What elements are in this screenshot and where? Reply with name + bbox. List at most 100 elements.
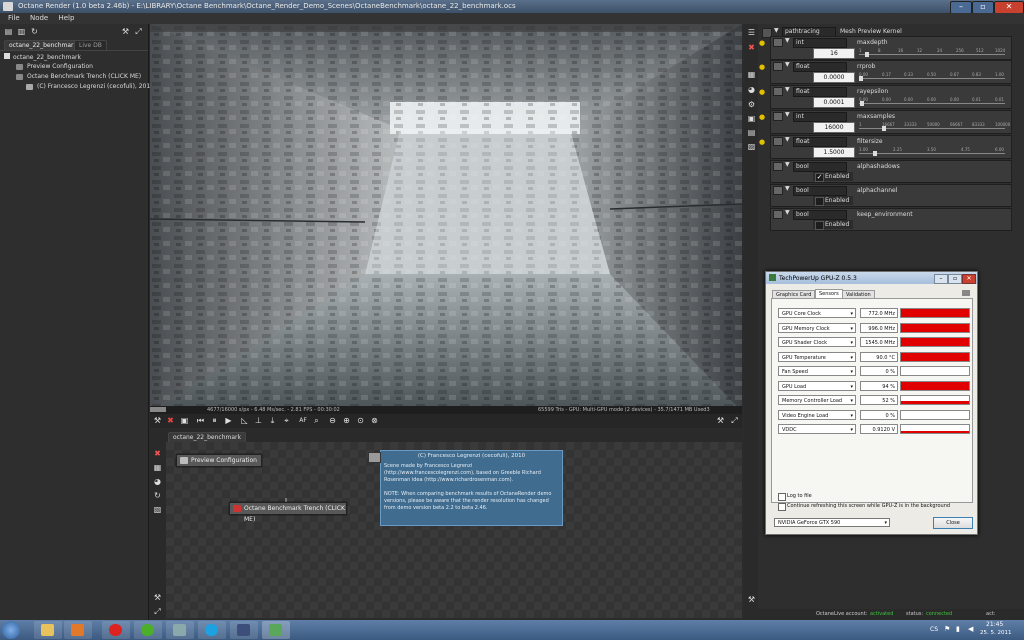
- camera-icon[interactable]: ▣: [180, 416, 189, 425]
- sensor-label[interactable]: GPU Memory Clock ▾: [778, 322, 856, 333]
- expand-icon[interactable]: ⤢: [730, 416, 739, 425]
- expand-icon[interactable]: ⤢: [134, 27, 143, 36]
- texture-icon[interactable]: ▨: [747, 142, 756, 151]
- dropper-icon[interactable]: ⤓: [268, 416, 277, 425]
- taskbar-media[interactable]: [64, 621, 92, 639]
- clock-date[interactable]: 25. 5. 2011: [980, 630, 1012, 636]
- clock-time[interactable]: 21:45: [986, 621, 1003, 628]
- param-value-field[interactable]: 0.0000: [813, 72, 855, 83]
- refresh-icon[interactable]: ↻: [153, 491, 162, 500]
- slider-handle[interactable]: [873, 151, 877, 156]
- collapse-icon[interactable]: ▼: [785, 185, 790, 192]
- wrench-icon[interactable]: ⚒: [121, 27, 130, 36]
- param-value-field[interactable]: 0.0001: [813, 97, 855, 108]
- lock-icon[interactable]: ⊗: [370, 416, 379, 425]
- load-icon[interactable]: ▤: [4, 27, 13, 36]
- color-icon[interactable]: ◕: [153, 477, 162, 486]
- continue-refresh-checkbox[interactable]: [778, 503, 786, 511]
- color-icon[interactable]: ◕: [747, 85, 756, 94]
- refresh-icon[interactable]: ↻: [30, 27, 39, 36]
- wrench-icon[interactable]: ⚒: [747, 595, 756, 604]
- param-slider[interactable]: 0.00 0.17 0.33 0.50 0.67 0.83 1.00: [859, 72, 1005, 81]
- gpuz-minimize-button[interactable]: –: [934, 274, 948, 284]
- layout-icon[interactable]: ▧: [153, 505, 162, 514]
- param-value-field[interactable]: 1.5000: [813, 147, 855, 158]
- sensor-label[interactable]: VDDC ▾: [778, 424, 856, 434]
- taskbar-skype[interactable]: [198, 621, 226, 639]
- render-viewport[interactable]: [150, 24, 742, 412]
- param-type-select[interactable]: bool: [793, 186, 847, 196]
- sensor-label[interactable]: GPU Core Clock ▾: [778, 308, 856, 318]
- enabled-checkbox[interactable]: ✓: [815, 173, 824, 182]
- language-indicator[interactable]: CS: [930, 626, 938, 633]
- grid-icon[interactable]: ▦: [747, 70, 756, 79]
- sensor-label[interactable]: GPU Shader Clock ▾: [778, 337, 856, 347]
- wrench-icon[interactable]: ⚒: [153, 593, 162, 602]
- collapse-icon[interactable]: ▼: [785, 136, 790, 143]
- taskbar-gpuz[interactable]: [262, 621, 290, 639]
- reset-view-icon[interactable]: ⊙: [356, 416, 365, 425]
- param-slider[interactable]: 1.00 2.25 3.50 4.75 6.00: [859, 147, 1005, 156]
- wrench-icon[interactable]: ⚒: [153, 416, 162, 425]
- sensor-label[interactable]: Memory Controller Load ▾: [778, 395, 856, 405]
- menu-icon[interactable]: ☰: [747, 28, 756, 37]
- param-type-select[interactable]: float: [793, 137, 847, 147]
- delete-icon[interactable]: ✖: [747, 43, 756, 52]
- slider-handle[interactable]: [860, 101, 864, 106]
- expand-icon[interactable]: ⤢: [153, 607, 162, 616]
- pin-icon[interactable]: ⊥: [254, 416, 263, 425]
- param-value-field[interactable]: 16: [813, 48, 855, 59]
- param-type-select[interactable]: float: [793, 62, 847, 72]
- menu-node[interactable]: Node: [30, 14, 48, 22]
- collapse-icon[interactable]: ▼: [785, 86, 790, 93]
- pick-icon[interactable]: ⌖: [282, 416, 291, 425]
- zoom-in-icon[interactable]: ⊕: [342, 416, 351, 425]
- camera-icon[interactable]: [962, 290, 970, 296]
- param-type-select[interactable]: float: [793, 87, 847, 97]
- image-icon[interactable]: ▣: [747, 114, 756, 123]
- param-slider[interactable]: 1 16667 33333 50000 66667 83333 100000: [859, 122, 1010, 131]
- sensor-label[interactable]: GPU Temperature ▾: [778, 351, 856, 362]
- delete-icon[interactable]: ✖: [153, 449, 162, 458]
- node-benchmark-trench[interactable]: Octane Benchmark Trench (CLICK ME): [229, 502, 347, 523]
- taskbar-opera[interactable]: [102, 621, 130, 639]
- log-to-file-checkbox[interactable]: [778, 493, 786, 501]
- tray-network-icon[interactable]: ▮: [956, 625, 960, 633]
- gpuz-close-button[interactable]: Close: [933, 517, 973, 529]
- sensor-label[interactable]: Video Engine Load ▾: [778, 409, 856, 420]
- taskbar-app-2[interactable]: [230, 621, 258, 639]
- focus-icon[interactable]: ⌕: [312, 416, 321, 425]
- menu-file[interactable]: File: [8, 14, 20, 22]
- sensor-label[interactable]: Fan Speed ▾: [778, 366, 856, 376]
- tray-flag-icon[interactable]: ⚑: [944, 625, 950, 633]
- play-icon[interactable]: ▶: [224, 416, 233, 425]
- enabled-checkbox[interactable]: [815, 197, 824, 206]
- device-select[interactable]: NVIDIA GeForce GTX 590 ▾: [774, 518, 890, 527]
- tree-item-copyright-note[interactable]: (C) Francesco Legrenzi (cecofuli), 2010: [26, 83, 154, 90]
- zoom-out-icon[interactable]: ⊖: [328, 416, 337, 425]
- taskbar-app[interactable]: [166, 621, 194, 639]
- slider-handle[interactable]: [865, 52, 869, 57]
- gpuz-close-x-button[interactable]: ✕: [962, 274, 976, 284]
- sensor-label[interactable]: GPU Load ▾: [778, 380, 856, 391]
- collapse-icon[interactable]: ▼: [785, 61, 790, 68]
- clear-icon[interactable]: ✖: [166, 416, 175, 425]
- gear-icon[interactable]: ⚙: [747, 100, 756, 109]
- tree-item-benchmark-trench[interactable]: Octane Benchmark Trench (CLICK ME): [16, 73, 141, 80]
- tab-live-db[interactable]: Live DB: [74, 40, 107, 50]
- collapse-icon[interactable]: ▼: [785, 111, 790, 118]
- tab-scene[interactable]: octane_22_benchmark: [4, 40, 82, 50]
- tray-volume-icon[interactable]: ◀: [968, 625, 973, 633]
- tree-item-root[interactable]: octane_22_benchmark: [4, 53, 81, 61]
- node-preview-configuration[interactable]: Preview Configuration: [176, 454, 262, 467]
- grid-icon[interactable]: ▦: [153, 463, 162, 472]
- comment-note[interactable]: (C) Francesco Legrenzi (cecofuli), 2010 …: [368, 450, 563, 526]
- param-type-select[interactable]: bool: [793, 162, 847, 172]
- param-type-select[interactable]: int: [793, 112, 847, 122]
- collapse-icon[interactable]: ▼: [785, 161, 790, 168]
- param-slider[interactable]: 0.00 0.00 0.00 0.00 0.00 0.01 0.01: [859, 97, 1005, 106]
- save-icon[interactable]: ▥: [17, 27, 26, 36]
- enabled-checkbox[interactable]: [815, 221, 824, 230]
- pause-icon[interactable]: ⏸: [210, 416, 219, 425]
- param-slider[interactable]: 1 8 16 12 24 256 512 1024: [859, 48, 1005, 57]
